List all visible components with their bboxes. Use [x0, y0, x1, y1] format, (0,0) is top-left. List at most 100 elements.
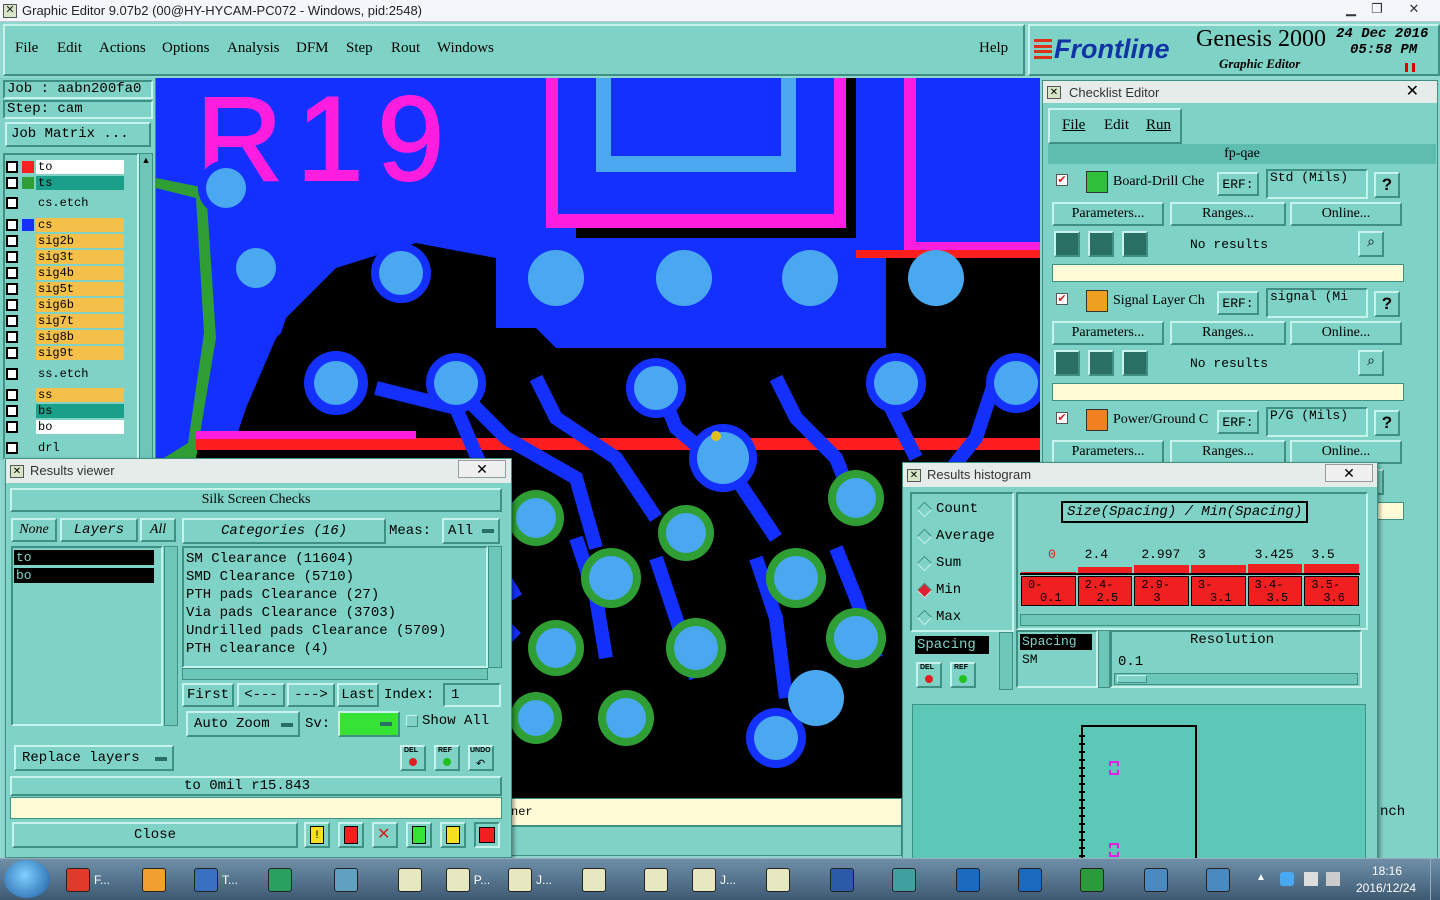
run-icon[interactable] — [1054, 231, 1080, 257]
rv-tool-clear-button[interactable]: ✕ — [372, 822, 398, 848]
resolution-slider[interactable] — [1114, 673, 1358, 685]
histogram-close-button[interactable]: ✕ — [1325, 464, 1373, 482]
online-button[interactable]: Online... — [1290, 202, 1402, 226]
bin-range[interactable]: 0- 0.1 — [1021, 576, 1076, 606]
layer-name[interactable]: sig5t — [36, 282, 124, 296]
menu-analysis[interactable]: Analysis — [227, 40, 280, 57]
hist-ref-button[interactable]: REF — [950, 662, 976, 688]
rv-tool-warning-button[interactable]: ! — [304, 822, 330, 848]
layer-color-swatch[interactable] — [22, 235, 34, 247]
category-item[interactable]: Undrilled pads Clearance (5709) — [186, 623, 446, 639]
xwin-task-1-button[interactable] — [388, 862, 432, 898]
layer-row-cs-etch[interactable]: cs.etch — [6, 196, 124, 210]
parameters-button[interactable]: Parameters... — [1052, 321, 1164, 345]
layer-color-swatch[interactable] — [22, 347, 34, 359]
layer-name[interactable]: sig7t — [36, 314, 124, 328]
layer-color-swatch[interactable] — [22, 331, 34, 343]
rv-category-scrollbar[interactable] — [488, 546, 502, 668]
job-matrix-button[interactable]: Job Matrix ... — [5, 122, 151, 147]
layer-color-swatch[interactable] — [22, 161, 34, 173]
zoom-icon[interactable]: ⌕ — [1358, 350, 1384, 376]
layer-name[interactable]: cs — [36, 218, 124, 232]
layer-row-ss[interactable]: ss — [6, 388, 124, 402]
help-button[interactable]: ? — [1374, 172, 1400, 198]
rv-replace-layers-dropdown[interactable]: Replace layers — [14, 745, 174, 771]
image-task-1-button[interactable] — [1134, 862, 1178, 898]
hist-list-sm[interactable]: SM — [1022, 652, 1038, 667]
rv-layer-item-bo[interactable]: bo — [14, 568, 154, 583]
erf-button[interactable]: ERF: — [1217, 410, 1259, 434]
layer-name[interactable]: ss.etch — [36, 367, 124, 381]
start-button[interactable] — [4, 860, 50, 898]
parameters-button[interactable]: Parameters... — [1052, 440, 1164, 464]
scroll-up-arrow-icon[interactable]: ▲ — [140, 154, 152, 166]
run-stop-icon[interactable] — [1122, 350, 1148, 376]
layer-checkbox[interactable] — [6, 389, 18, 401]
checklist-menu-edit[interactable]: Edit — [1104, 117, 1129, 134]
layer-checkbox[interactable] — [6, 315, 18, 327]
category-item[interactable]: SMD Clearance (5710) — [186, 569, 354, 585]
xwin-task-2-button[interactable]: P... — [440, 862, 496, 898]
histogram-hscroll[interactable] — [1020, 614, 1360, 626]
layer-row-sig7t[interactable]: sig7t — [6, 314, 124, 328]
xwin-task-4-button[interactable] — [572, 862, 616, 898]
help-button[interactable]: ? — [1374, 410, 1400, 436]
rv-none-button[interactable]: None — [11, 518, 57, 542]
menu-windows[interactable]: Windows — [437, 40, 494, 57]
layer-name[interactable]: sig9t — [36, 346, 124, 360]
layer-row-drl[interactable]: drl — [6, 441, 124, 455]
rv-show-all-checkbox[interactable] — [406, 715, 418, 727]
restore-button[interactable]: ❐ — [1364, 1, 1390, 19]
checklist-menu-run[interactable]: Run — [1146, 117, 1171, 134]
online-button[interactable]: Online... — [1290, 440, 1402, 464]
layer-name[interactable]: sig6b — [36, 298, 124, 312]
results-viewer-close-button[interactable]: ✕ — [458, 460, 506, 478]
layer-name[interactable]: sig8b — [36, 330, 124, 344]
layer-name[interactable]: ts — [36, 176, 124, 190]
menu-rout[interactable]: Rout — [391, 40, 420, 57]
layer-checkbox[interactable] — [6, 283, 18, 295]
menu-dfm[interactable]: DFM — [296, 40, 329, 57]
rv-close-button[interactable]: Close — [12, 822, 298, 848]
layer-row-sig2b[interactable]: sig2b — [6, 234, 124, 248]
layer-name[interactable]: sig2b — [36, 234, 124, 248]
option-sum-label[interactable]: Sum — [936, 555, 961, 571]
bin-range[interactable]: 2.4- 2.5 — [1077, 576, 1133, 606]
help-button[interactable]: ? — [1374, 291, 1400, 317]
image-task-2-button[interactable] — [1196, 862, 1240, 898]
item-checkbox[interactable]: ✔ — [1056, 174, 1068, 186]
menu-edit[interactable]: Edit — [57, 40, 82, 57]
layer-list-scrollbar[interactable]: ▲ — [139, 153, 153, 460]
layer-checkbox[interactable] — [6, 177, 18, 189]
rv-del-button[interactable]: DEL — [400, 745, 426, 771]
minimize-button[interactable]: ▁ — [1338, 1, 1364, 19]
shell-task-button[interactable] — [132, 862, 176, 898]
erf-value-field[interactable]: Std (Mils) — [1266, 169, 1368, 199]
tray-volume-icon[interactable] — [1326, 872, 1340, 886]
rv-layer-item-to[interactable]: to — [14, 550, 154, 565]
run-icon[interactable] — [1054, 350, 1080, 376]
layer-name[interactable]: sig3t — [36, 250, 124, 264]
bin-range[interactable]: 3.4- 3.5 — [1247, 576, 1303, 606]
erf-button[interactable]: ERF: — [1217, 291, 1259, 315]
clock-date[interactable]: 2016/12/24 — [1356, 881, 1416, 895]
option-max-label[interactable]: Max — [936, 609, 961, 625]
rv-layer-scrollbar[interactable] — [164, 546, 178, 726]
rv-sv-color-dropdown[interactable] — [338, 711, 400, 737]
word-task-button[interactable] — [820, 862, 864, 898]
layer-color-swatch[interactable] — [22, 267, 34, 279]
category-item[interactable]: Via pads Clearance (3703) — [186, 605, 396, 621]
menu-step[interactable]: Step — [346, 40, 373, 57]
layer-color-swatch[interactable] — [22, 405, 34, 417]
layer-color-swatch[interactable] — [22, 368, 34, 380]
rv-last-button[interactable]: Last — [337, 683, 379, 707]
hist-spacing-selected[interactable]: Spacing — [915, 636, 989, 654]
layer-name[interactable]: ss — [36, 388, 124, 402]
pcb-task-button[interactable] — [258, 862, 302, 898]
save-task-button[interactable]: T... — [188, 862, 244, 898]
layer-checkbox[interactable] — [6, 331, 18, 343]
layer-checkbox[interactable] — [6, 299, 18, 311]
layer-checkbox[interactable] — [6, 267, 18, 279]
rv-meas-dropdown[interactable]: All — [442, 518, 500, 544]
rv-auto-zoom-dropdown[interactable]: Auto Zoom — [186, 711, 300, 737]
